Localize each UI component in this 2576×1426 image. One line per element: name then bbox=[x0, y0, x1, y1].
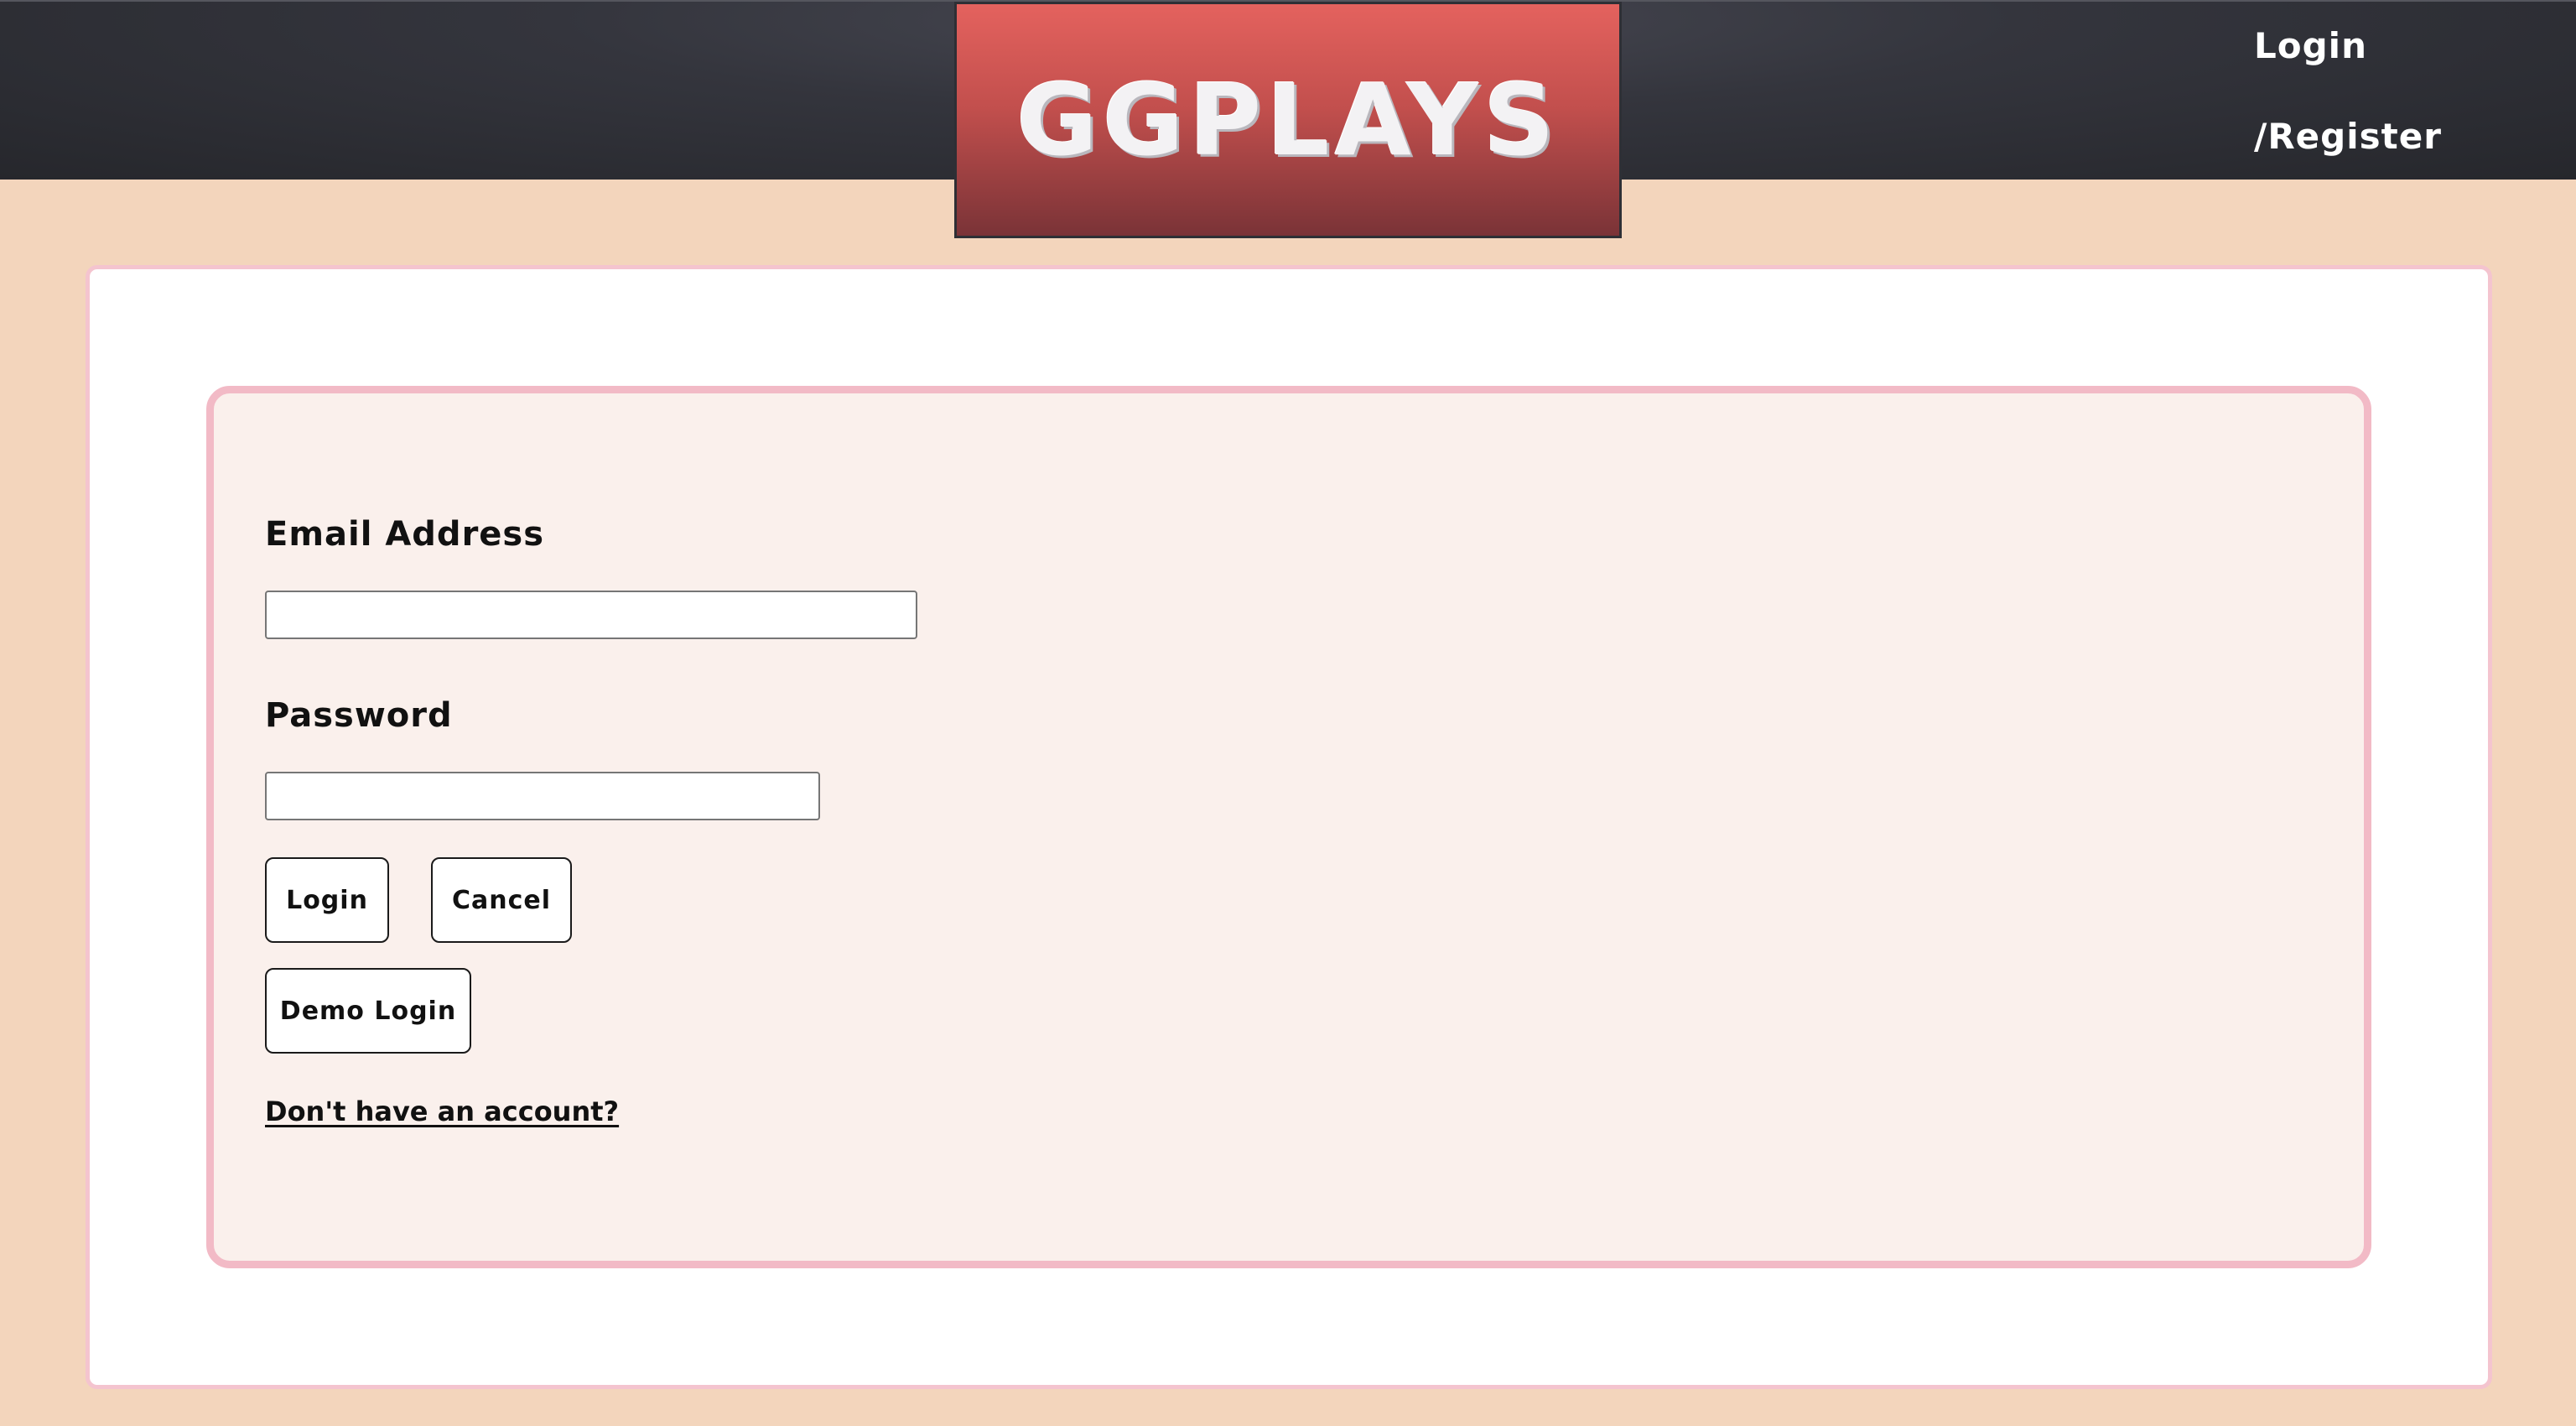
cancel-button[interactable]: Cancel bbox=[431, 857, 572, 943]
nav-login-link[interactable]: Login bbox=[2254, 25, 2367, 66]
demo-login-button[interactable]: Demo Login bbox=[265, 968, 471, 1054]
nav-register-link[interactable]: /Register bbox=[2254, 116, 2442, 157]
email-input[interactable] bbox=[265, 591, 917, 639]
signup-link[interactable]: Don't have an account? bbox=[265, 1096, 619, 1127]
password-label: Password bbox=[265, 696, 453, 735]
site-logo[interactable]: GGPLAYS bbox=[954, 2, 1622, 238]
logo-text: GGPLAYS bbox=[1016, 62, 1560, 178]
password-input[interactable] bbox=[265, 772, 820, 820]
login-button[interactable]: Login bbox=[265, 857, 389, 943]
email-label: Email Address bbox=[265, 515, 545, 554]
